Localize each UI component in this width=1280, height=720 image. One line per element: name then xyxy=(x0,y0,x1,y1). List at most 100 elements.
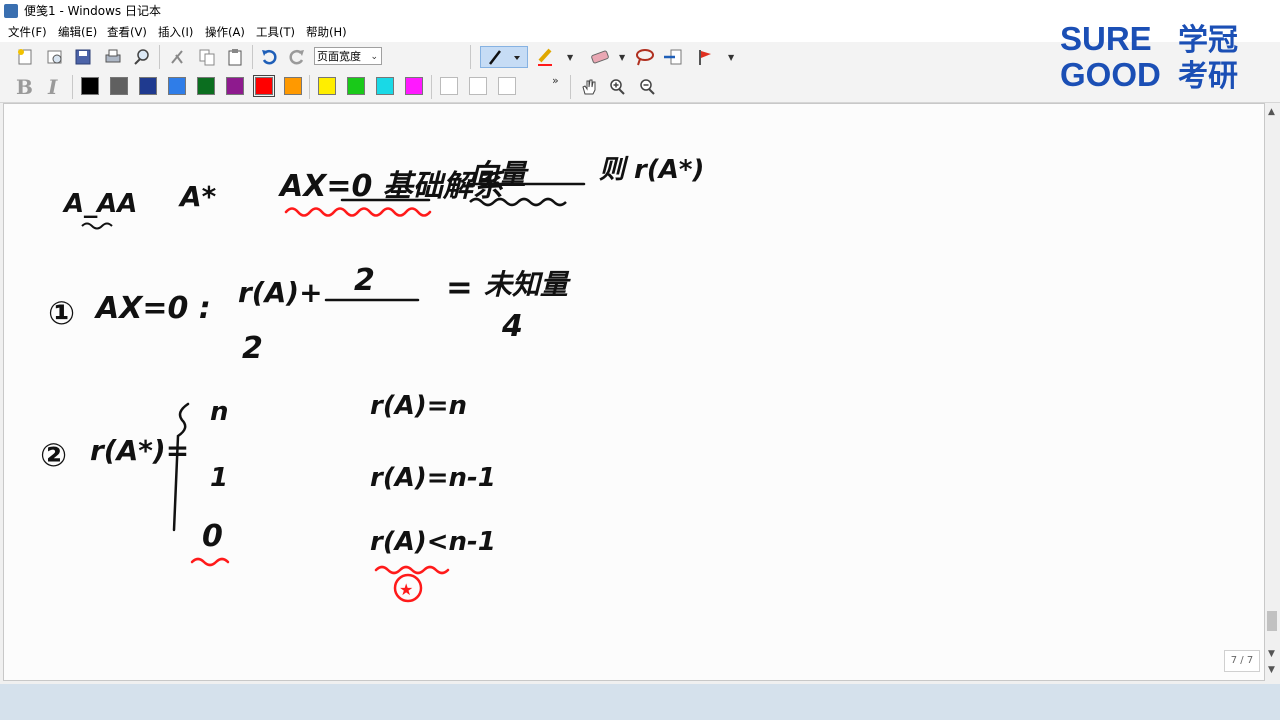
page-width-select[interactable]: 页面宽度 ⌄ xyxy=(314,47,382,65)
basis-red-wave xyxy=(284,207,432,217)
copy-icon[interactable] xyxy=(196,46,218,68)
logo-cn-top: 学冠 xyxy=(1178,23,1238,58)
toolbar-overflow-icon[interactable]: » xyxy=(552,74,559,87)
case1-condition: r(A)=n xyxy=(370,391,467,421)
important-star-icon: ★ xyxy=(399,580,413,599)
highlighter-icon[interactable] xyxy=(534,46,564,68)
color-swatch-empty-2[interactable] xyxy=(469,77,487,95)
item1-numerator: 2 xyxy=(354,263,375,298)
item1-unknowns: 未知量 xyxy=(484,268,571,301)
aaa-wave xyxy=(81,222,113,230)
undo-icon[interactable] xyxy=(258,46,280,68)
item2-label: ② xyxy=(40,436,67,474)
item1-equals: = xyxy=(446,268,473,306)
paste-icon[interactable] xyxy=(224,46,246,68)
case2-value: 1 xyxy=(210,463,228,493)
eraser-dropdown-icon[interactable]: ▼ xyxy=(619,53,625,62)
color-swatch-navy[interactable] xyxy=(139,77,157,95)
menu-file[interactable]: 文件(F) xyxy=(6,22,49,42)
note-top-vector: 向量 xyxy=(470,158,529,191)
toolbar-separator xyxy=(252,45,253,69)
app-icon xyxy=(4,4,18,18)
item1-rank-plus: r(A)+ xyxy=(238,276,323,309)
insert-space-icon[interactable] xyxy=(662,46,684,68)
color-swatch-purple[interactable] xyxy=(226,77,244,95)
toolbar-separator xyxy=(470,45,471,69)
item1-denominator: 2 xyxy=(242,331,263,366)
color-swatch-magenta[interactable] xyxy=(405,77,423,95)
pan-hand-icon[interactable] xyxy=(578,76,600,98)
logo-cn-bottom: 考研 xyxy=(1178,59,1238,92)
status-area xyxy=(0,684,1280,720)
open-icon[interactable] xyxy=(44,46,66,68)
note-top-a-aa: A_AA xyxy=(62,189,137,219)
case3-value: 0 xyxy=(202,519,223,554)
redo-icon[interactable] xyxy=(286,46,308,68)
find-icon[interactable] xyxy=(131,46,153,68)
logo-sure-text: SURE xyxy=(1060,20,1152,57)
item1-unknowns-sub: 4 xyxy=(501,309,523,344)
scroll-down-icon[interactable]: ▼ xyxy=(1268,649,1275,659)
color-swatch-gray[interactable] xyxy=(110,77,128,95)
vertical-scrollbar[interactable]: ▲ ▼ ▼ xyxy=(1265,103,1280,681)
flag-icon[interactable] xyxy=(694,46,716,68)
title-bar: 便笺1 - Windows 日记本 xyxy=(0,0,1280,22)
page-width-value: 页面宽度 xyxy=(317,50,361,63)
menu-actions[interactable]: 操作(A) xyxy=(203,22,247,42)
menu-help[interactable]: 帮助(H) xyxy=(304,22,349,42)
zero-red-wave xyxy=(190,557,230,567)
color-swatch-red[interactable] xyxy=(253,75,275,97)
color-swatch-cyan[interactable] xyxy=(376,77,394,95)
pen-tool-button[interactable] xyxy=(480,46,528,68)
scroll-thumb[interactable] xyxy=(1267,611,1277,631)
journal-window: 便笺1 - Windows 日记本 文件(F) 编辑(E) 查看(V) 插入(I… xyxy=(0,0,1280,684)
flag-dropdown-icon[interactable]: ▼ xyxy=(728,53,734,62)
toolbar-separator xyxy=(431,75,432,99)
bold-icon[interactable]: B xyxy=(16,75,33,99)
menu-edit[interactable]: 编辑(E) xyxy=(56,22,99,42)
zoom-in-icon[interactable] xyxy=(606,76,628,98)
item1-equation: AX=0 : xyxy=(94,291,211,326)
new-note-icon[interactable] xyxy=(14,46,36,68)
item1-label: ① xyxy=(48,294,75,332)
eraser-icon[interactable] xyxy=(586,46,616,68)
case3-condition: r(A)<n-1 xyxy=(370,527,496,557)
item2-rank-adjugate: r(A*)= xyxy=(90,434,189,467)
chevron-down-icon: ⌄ xyxy=(370,52,378,62)
lasso-select-icon[interactable] xyxy=(634,46,656,68)
toolbar-separator xyxy=(309,75,310,99)
brand-logo: SURE GOOD 学冠 考研 xyxy=(1060,20,1238,92)
cases-brace xyxy=(172,402,190,532)
highlighter-dropdown-icon[interactable]: ▼ xyxy=(567,53,573,62)
note-top-a-star: A* xyxy=(178,180,217,213)
handwriting-layer: A_AA A* AX=0 基础解系 向量 则 r(A*) ① AX=0 : r(… xyxy=(40,155,704,603)
window-title: 便笺1 - Windows 日记本 xyxy=(24,4,161,18)
note-top-then-rank: 则 r(A*) xyxy=(599,155,704,185)
logo-good-text: GOOD xyxy=(1060,56,1161,92)
case2-condition: r(A)=n-1 xyxy=(370,463,496,493)
color-swatch-green[interactable] xyxy=(197,77,215,95)
color-swatch-empty-3[interactable] xyxy=(498,77,516,95)
color-swatch-yellow[interactable] xyxy=(318,77,336,95)
save-icon[interactable] xyxy=(72,46,94,68)
toolbar-separator xyxy=(570,75,571,99)
menu-view[interactable]: 查看(V) xyxy=(105,22,149,42)
next-page-icon[interactable]: ▼ xyxy=(1268,665,1275,675)
toolbar-separator xyxy=(159,45,160,69)
page-indicator: 7 / 7 xyxy=(1224,650,1260,672)
toolbar-separator xyxy=(72,75,73,99)
ink-canvas[interactable]: A_AA A* AX=0 基础解系 向量 则 r(A*) ① AX=0 : r(… xyxy=(3,103,1265,681)
color-swatch-lime[interactable] xyxy=(347,77,365,95)
print-icon[interactable] xyxy=(102,46,124,68)
italic-icon[interactable]: I xyxy=(48,75,57,99)
color-swatch-orange[interactable] xyxy=(284,77,302,95)
cut-icon[interactable] xyxy=(166,46,188,68)
menu-tools[interactable]: 工具(T) xyxy=(254,22,297,42)
color-swatch-blue[interactable] xyxy=(168,77,186,95)
case1-value: n xyxy=(210,397,229,427)
scroll-up-icon[interactable]: ▲ xyxy=(1268,107,1275,117)
color-swatch-black[interactable] xyxy=(81,77,99,95)
menu-insert[interactable]: 插入(I) xyxy=(156,22,195,42)
zoom-out-icon[interactable] xyxy=(636,76,658,98)
color-swatch-empty-1[interactable] xyxy=(440,77,458,95)
